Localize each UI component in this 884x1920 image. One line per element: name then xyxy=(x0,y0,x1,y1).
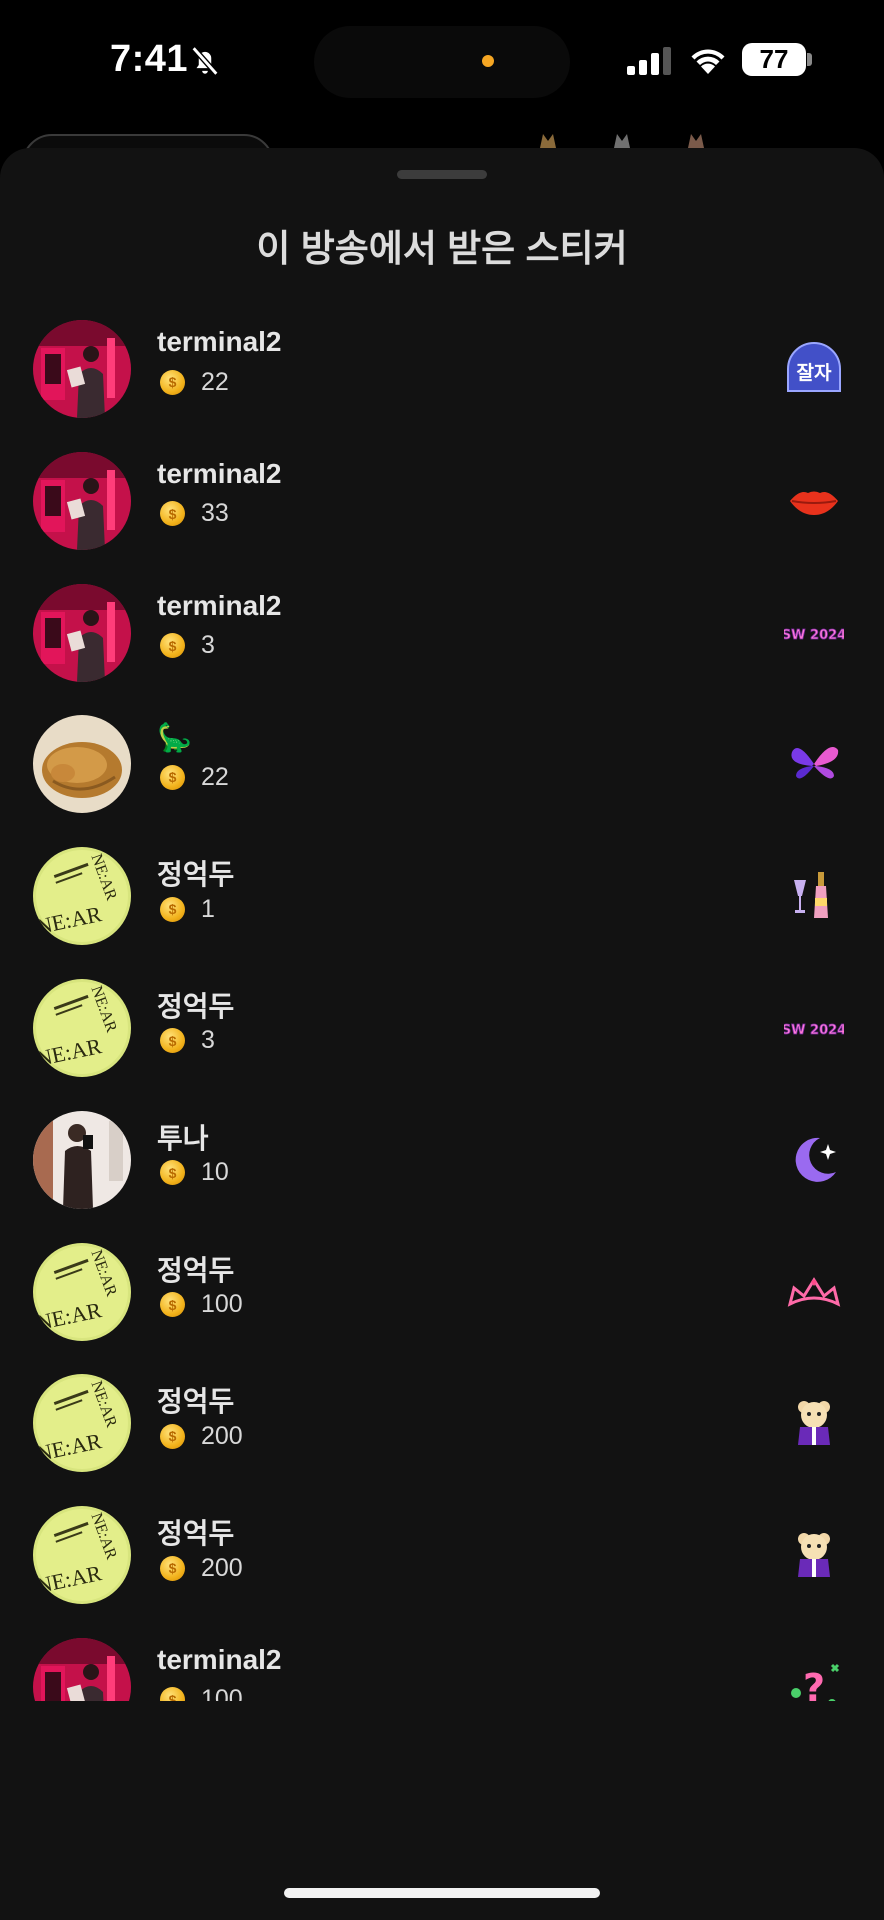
coin-amount: 100 xyxy=(201,1685,243,1701)
battery-icon: 77 xyxy=(742,43,806,76)
coin-amount-row: $3 xyxy=(160,1026,215,1056)
username: 정억두 xyxy=(157,859,235,891)
tiara-sticker-icon xyxy=(784,1262,844,1322)
username: terminal2 xyxy=(157,1643,282,1675)
bear-sticker-icon xyxy=(784,1525,844,1585)
coin-amount-row: $33 xyxy=(160,499,229,529)
sheet-title: 이 방송에서 받은 스티커 xyxy=(256,228,628,269)
sticker-list-item[interactable]: 🦕 $22 xyxy=(0,698,884,830)
username: 정억두 xyxy=(157,1386,235,1418)
stickers-bottom-sheet: 이 방송에서 받은 스티커 terminal2 $22 잘자 terminal2 $… xyxy=(0,148,884,1920)
badge-sticker-icon: 잘자 xyxy=(784,339,844,399)
cellular-signal-icon xyxy=(627,47,671,75)
coin-amount: 22 xyxy=(201,367,229,396)
coin-icon: $ xyxy=(160,1160,185,1186)
coin-amount-row: $100 xyxy=(160,1685,243,1701)
coin-icon: $ xyxy=(160,1687,185,1701)
butterfly-sticker-icon xyxy=(784,734,844,794)
avatar[interactable]: NE:AR NE:AR xyxy=(33,847,131,946)
username: 정억두 xyxy=(157,990,235,1022)
sticker-list[interactable]: terminal2 $22 잘자 terminal2 $33 terminal2 $3… xyxy=(0,303,884,1701)
username: 정억두 xyxy=(157,1254,235,1286)
coin-icon: $ xyxy=(160,1028,185,1054)
cat-ears-icon xyxy=(540,134,556,148)
avatar[interactable]: NE:AR NE:AR xyxy=(33,1506,131,1605)
coin-icon: $ xyxy=(160,633,185,659)
sticker-list-item[interactable]: terminal2 $22 잘자 xyxy=(0,303,884,435)
sticker-list-item[interactable]: NE:AR NE:AR 정억두 $200 xyxy=(0,1357,884,1489)
coin-icon: $ xyxy=(160,896,185,922)
coin-icon: $ xyxy=(160,369,185,395)
avatar[interactable]: NE:AR NE:AR xyxy=(33,978,131,1077)
avatar[interactable] xyxy=(33,583,131,682)
coin-amount: 1 xyxy=(201,894,215,923)
sticker-text: SW 2024 xyxy=(784,1023,844,1038)
coin-amount: 100 xyxy=(201,1290,243,1319)
username: terminal2 xyxy=(157,457,282,489)
username: terminal2 xyxy=(157,326,282,357)
avatar[interactable] xyxy=(33,715,131,814)
bear-sticker-icon xyxy=(784,1393,844,1453)
avatar[interactable]: NE:AR NE:AR xyxy=(33,1242,131,1341)
avatar[interactable]: NE:AR NE:AR xyxy=(33,1374,131,1473)
status-bar: 7:41 77 xyxy=(0,0,884,120)
coin-amount-row: $200 xyxy=(160,1553,243,1583)
avatar[interactable] xyxy=(33,1110,131,1209)
home-indicator[interactable] xyxy=(284,1888,600,1898)
coin-amount: 3 xyxy=(201,631,215,660)
lips-sticker-icon xyxy=(784,471,844,531)
username: 🦕 xyxy=(157,722,192,754)
coin-amount-row: $3 xyxy=(160,631,215,661)
svg-text:?: ? xyxy=(803,1666,825,1701)
coin-amount-row: $1 xyxy=(160,894,215,924)
coin-amount: 22 xyxy=(201,762,229,791)
coin-amount: 33 xyxy=(201,499,229,528)
sticker-list-item[interactable]: NE:AR NE:AR 정억두 $3 SW 2024 xyxy=(0,962,884,1094)
sticker-list-item[interactable]: terminal2 $33 xyxy=(0,435,884,567)
sticker-list-item[interactable]: NE:AR NE:AR 정억두 $1 xyxy=(0,830,884,962)
sticker-list-item[interactable]: terminal2 $3 SW 2024 xyxy=(0,567,884,699)
sticker-list-item[interactable]: 투나 $10 xyxy=(0,1094,884,1226)
username: 투나 xyxy=(157,1122,209,1154)
sticker-list-item[interactable]: NE:AR NE:AR 정억두 $100 xyxy=(0,1226,884,1358)
sticker-list-item[interactable]: NE:AR NE:AR 정억두 $200 xyxy=(0,1489,884,1621)
coin-icon: $ xyxy=(160,1555,185,1581)
coin-amount-row: $200 xyxy=(160,1421,243,1451)
avatar[interactable] xyxy=(33,1637,131,1701)
coin-icon: $ xyxy=(160,764,185,790)
dynamic-island xyxy=(314,26,570,98)
wifi-icon xyxy=(691,49,725,74)
sticker-text: 잘자 xyxy=(797,362,832,384)
coin-amount-row: $22 xyxy=(160,367,229,397)
status-time: 7:41 xyxy=(110,38,189,80)
bell-slash-icon xyxy=(191,46,219,76)
coin-icon: $ xyxy=(160,1423,185,1449)
question-sticker-icon: ? xyxy=(784,1657,844,1701)
coin-amount-row: $100 xyxy=(160,1290,243,1320)
screen: 7:41 77 이 방송에서 받은 스티커 terminal2 $ 22 잘자 … xyxy=(0,0,884,1920)
cat-ears-icon xyxy=(614,134,630,148)
privacy-indicator-dot xyxy=(482,55,494,67)
username: terminal2 xyxy=(157,589,282,621)
sheet-grabber-handle[interactable] xyxy=(397,170,487,179)
coin-icon: $ xyxy=(160,1292,185,1318)
coin-amount: 200 xyxy=(201,1421,243,1450)
sticker-text: SW 2024 xyxy=(784,628,844,643)
moon-sticker-icon xyxy=(784,1130,844,1190)
username: 정억두 xyxy=(157,1518,235,1550)
coin-icon: $ xyxy=(160,501,185,527)
coin-amount: 3 xyxy=(201,1026,215,1055)
sw-2024-sticker-icon: SW 2024 xyxy=(784,998,844,1058)
coin-amount-row: $10 xyxy=(160,1158,229,1188)
coin-amount-row: $22 xyxy=(160,762,229,792)
avatar[interactable] xyxy=(33,451,131,550)
sticker-list-item[interactable]: terminal2 $100 ? xyxy=(0,1621,884,1701)
avatar[interactable] xyxy=(33,320,131,418)
sw-2024-sticker-icon: SW 2024 xyxy=(784,603,844,663)
cat-ears-icon xyxy=(688,134,704,148)
coin-amount: 200 xyxy=(201,1553,243,1582)
coin-amount: 10 xyxy=(201,1158,229,1187)
champagne-sticker-icon xyxy=(784,866,844,926)
battery-terminal xyxy=(807,53,812,66)
